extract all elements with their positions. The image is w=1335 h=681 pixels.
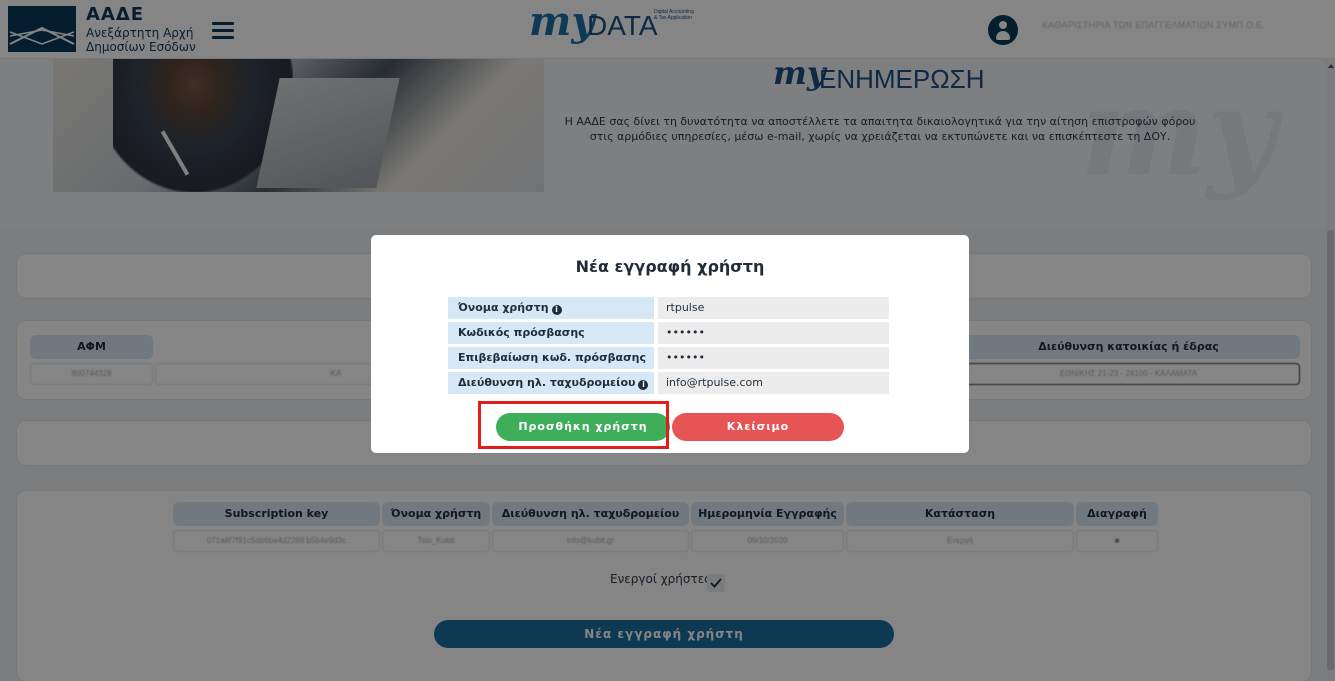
confirm-password-label: Επιβεβαίωση κωδ. πρόσβασης (448, 347, 654, 369)
username-input[interactable]: rtpulse (658, 297, 889, 319)
close-button[interactable]: Κλείσιμο (672, 413, 844, 441)
password-label: Κωδικός πρόσβασης (448, 322, 654, 344)
info-icon[interactable]: i (551, 305, 562, 315)
dialog-title: Νέα εγγραφή χρήστη (575, 257, 765, 276)
password-input[interactable]: •••••• (658, 322, 889, 344)
page: ΑΑΔΕ Ανεξάρτητη Αρχή Δημοσίων Εσόδων my … (0, 0, 1335, 681)
highlight-box (478, 401, 669, 449)
confirm-password-input[interactable]: •••••• (658, 347, 889, 369)
new-user-dialog: Νέα εγγραφή χρήστη Όνομα χρήστη i rtpulse… (371, 235, 969, 453)
username-label: Όνομα χρήστη i (448, 297, 654, 319)
username-label-text: Όνομα χρήστη (458, 301, 549, 314)
email-label-text: Διεύθυνση ηλ. ταχυδρομείου (458, 376, 636, 389)
info-icon[interactable]: i (638, 380, 649, 390)
email-input[interactable]: info@rtpulse.com (658, 372, 889, 394)
email-label: Διεύθυνση ηλ. ταχυδρομείου i (448, 372, 654, 394)
